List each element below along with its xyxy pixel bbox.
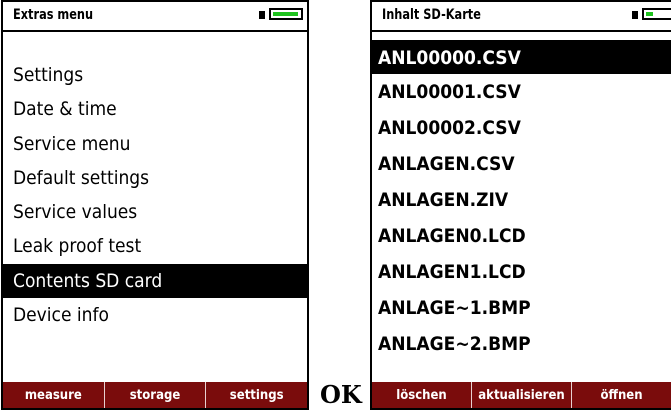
file-item[interactable]: ANLAGEN0.LCD xyxy=(372,218,671,254)
softkey-open[interactable]: öffnen xyxy=(571,382,671,408)
ok-key-label: OK xyxy=(320,380,362,409)
file-item[interactable]: ANL00001.CSV xyxy=(372,74,671,110)
menu-item-service-menu[interactable]: Service menu xyxy=(3,127,307,161)
softkey-refresh[interactable]: aktualisieren xyxy=(471,382,571,408)
screen-title: Extras menu xyxy=(13,7,94,23)
menu-item-settings[interactable]: Settings xyxy=(3,58,307,92)
menu-item-default-settings[interactable]: Default settings xyxy=(3,161,307,195)
menu-item-contents-sd-card[interactable]: Contents SD card xyxy=(3,263,307,299)
softkey-measure[interactable]: measure xyxy=(3,382,104,408)
menu-item-device-info[interactable]: Device info xyxy=(3,298,307,332)
menu-item-service-values[interactable]: Service values xyxy=(3,195,307,229)
battery-level xyxy=(646,12,653,16)
menu-item-date-time[interactable]: Date & time xyxy=(3,92,307,126)
file-item[interactable]: ANLAGE~1.BMP xyxy=(372,290,671,326)
softkey-bar: löschen aktualisieren öffnen xyxy=(372,382,671,408)
menu-item-leak-proof-test[interactable]: Leak proof test xyxy=(3,229,307,263)
battery-level xyxy=(273,12,298,16)
file-item[interactable]: ANLAGEN.CSV xyxy=(372,146,671,182)
titlebar: Extras menu xyxy=(3,2,307,32)
softkey-delete[interactable]: löschen xyxy=(372,382,471,408)
titlebar: Inhalt SD-Karte xyxy=(372,2,671,32)
file-item[interactable]: ANLAGEN.ZIV xyxy=(372,182,671,218)
file-item[interactable]: ANLAGEN1.LCD xyxy=(372,254,671,290)
menu-list: Settings Date & time Service menu Defaul… xyxy=(3,58,307,332)
file-list: ANL00000.CSV ANL00001.CSV ANL00002.CSV A… xyxy=(372,40,671,362)
file-item[interactable]: ANL00002.CSV xyxy=(372,110,671,146)
extras-menu-screen: Extras menu Settings Date & time Service… xyxy=(1,0,309,410)
sd-card-contents-screen: Inhalt SD-Karte ANL00000.CSV ANL00001.CS… xyxy=(370,0,671,410)
file-item[interactable]: ANLAGE~2.BMP xyxy=(372,326,671,362)
file-item[interactable]: ANL00000.CSV xyxy=(372,40,671,74)
softkey-storage[interactable]: storage xyxy=(103,382,206,408)
softkey-bar: measure storage settings xyxy=(3,382,307,408)
screen-title: Inhalt SD-Karte xyxy=(382,7,481,23)
softkey-settings[interactable]: settings xyxy=(205,382,307,408)
